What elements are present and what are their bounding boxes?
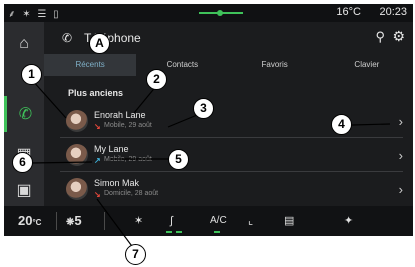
callout-2: 2 <box>146 69 167 90</box>
callout-a: A <box>89 33 110 54</box>
callout-lines <box>30 79 391 250</box>
callout-6: 6 <box>12 152 33 173</box>
callout-line <box>96 198 135 250</box>
callout-3: 3 <box>193 98 214 119</box>
callout-line <box>31 79 67 119</box>
callout-1: 1 <box>21 64 42 85</box>
callout-4: 4 <box>331 114 352 135</box>
callout-line <box>351 123 391 126</box>
callout-line <box>30 161 93 164</box>
callout-7: 7 <box>125 244 146 265</box>
callout-5: 5 <box>168 149 189 170</box>
